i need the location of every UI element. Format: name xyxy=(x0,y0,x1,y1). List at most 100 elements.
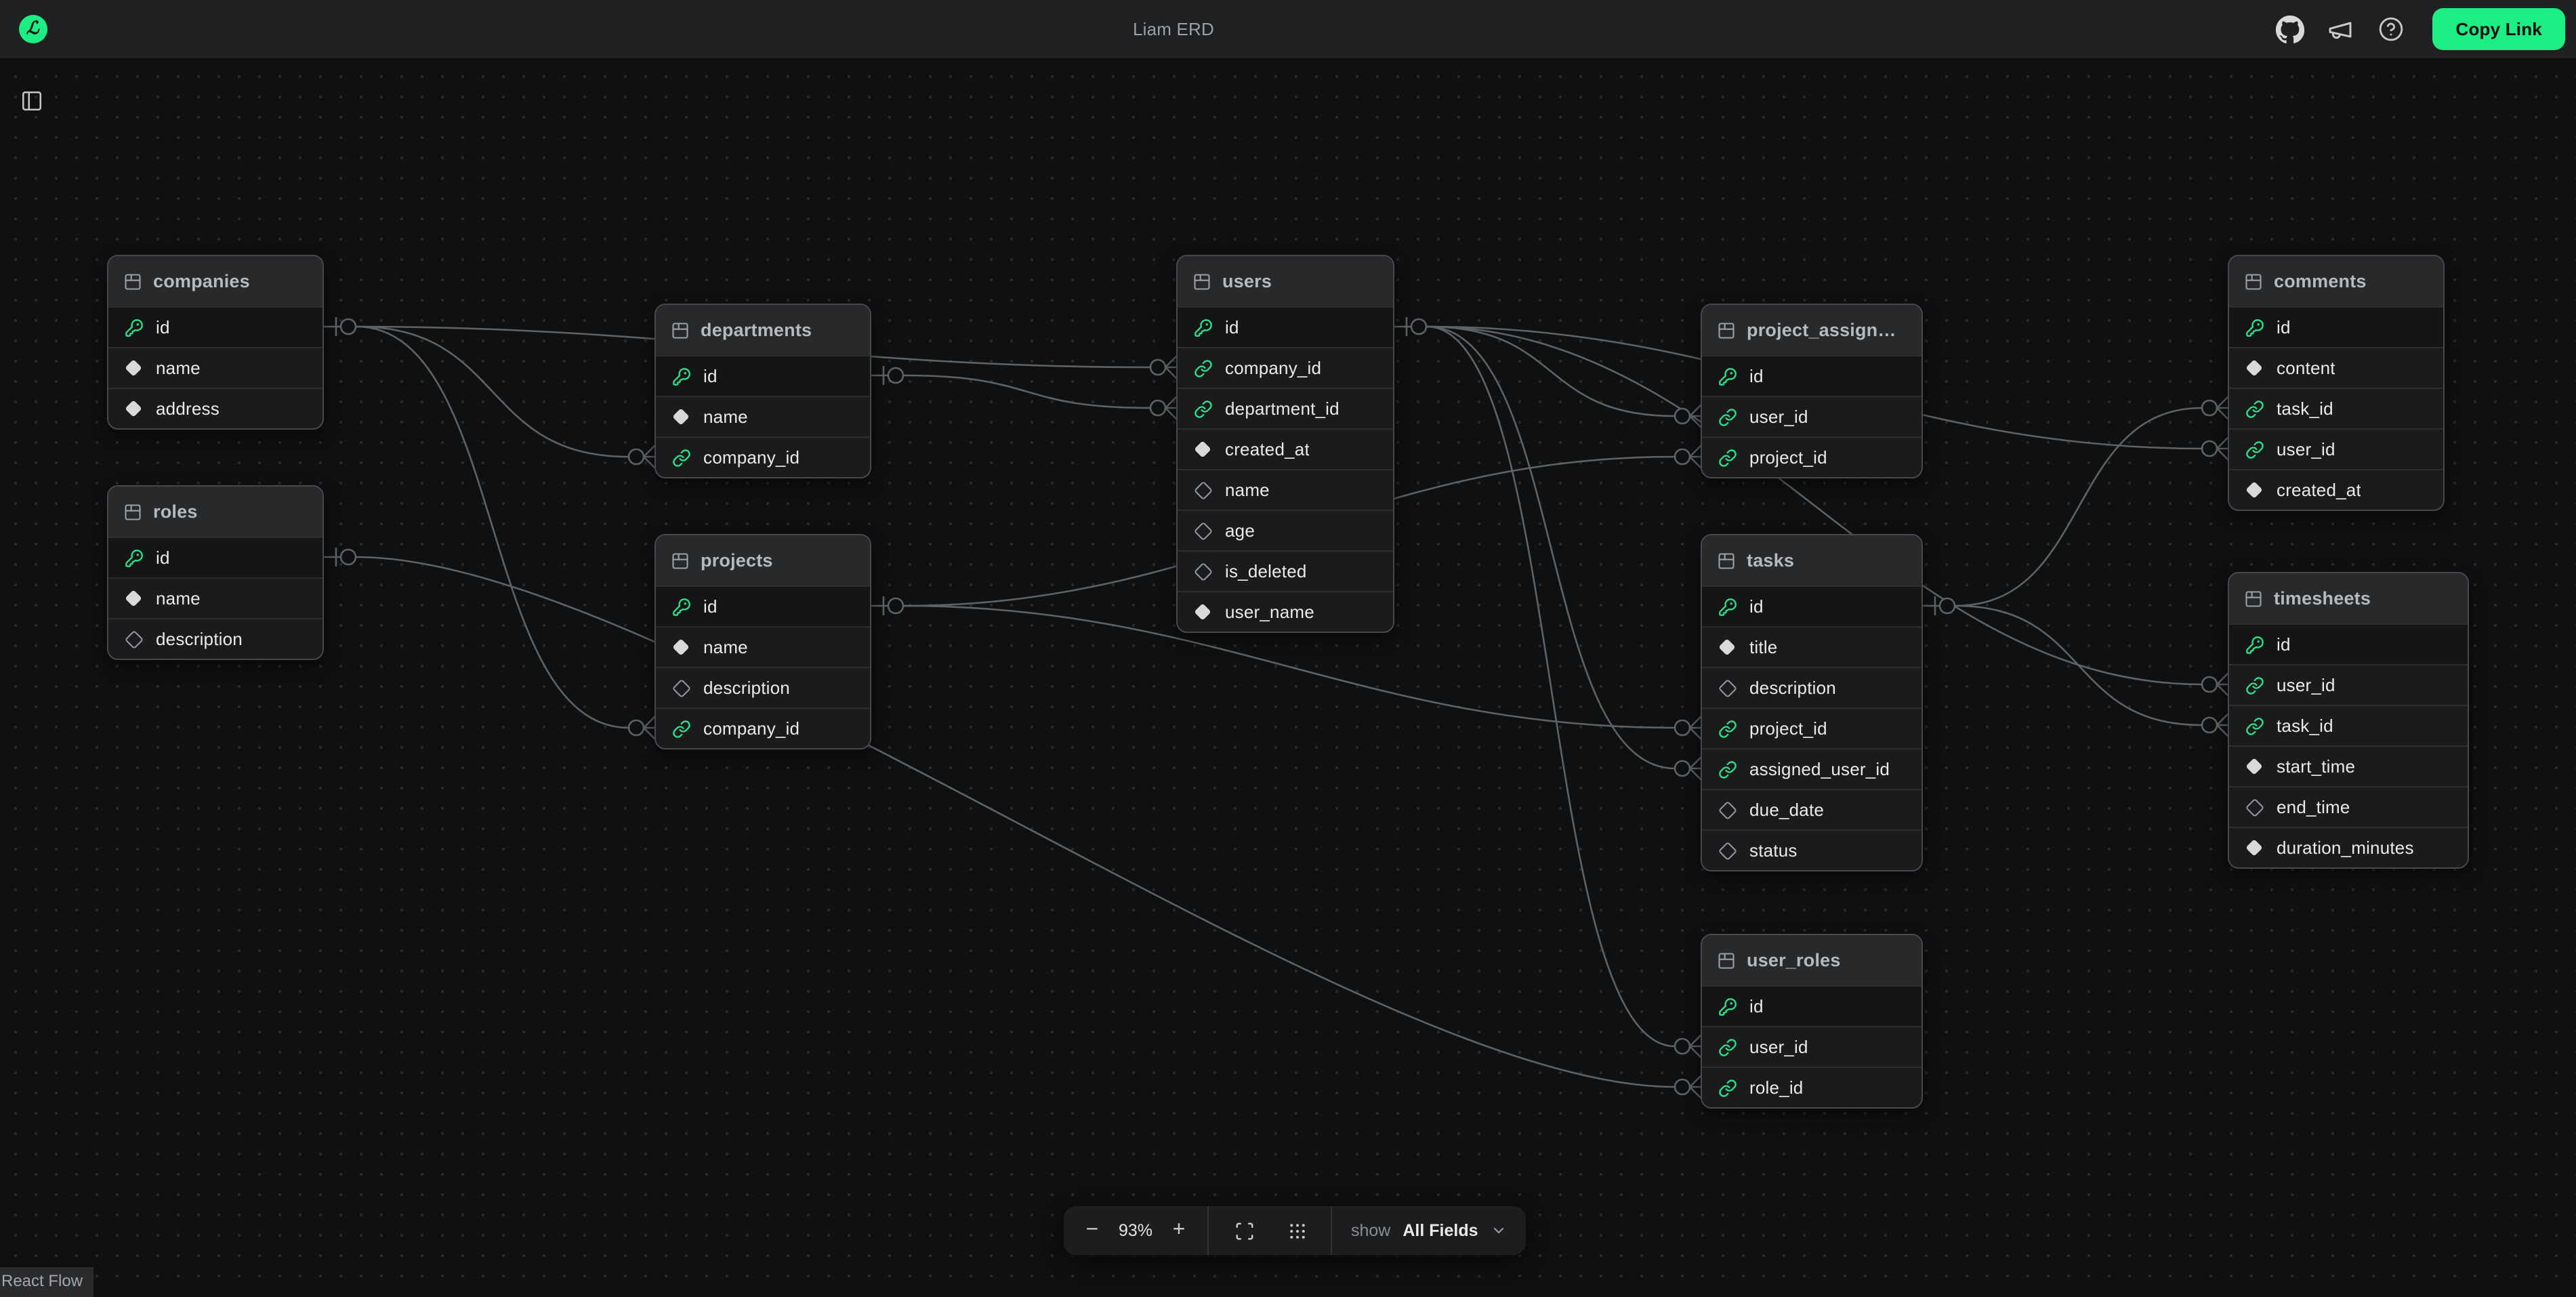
column-row-user_name[interactable]: user_name xyxy=(1178,591,1393,632)
column-row-id[interactable]: id xyxy=(108,537,323,577)
nullable-diamond-icon xyxy=(1718,841,1737,860)
column-name: project_id xyxy=(1749,447,1827,468)
table-project_assignments[interactable]: project_assignmentsiduser_id project_id xyxy=(1701,304,1923,478)
column-name: name xyxy=(703,637,748,657)
column-row-due_date[interactable]: due_date xyxy=(1702,789,1921,829)
column-row-id[interactable]: id xyxy=(1702,585,1921,626)
column-row-duration_minutes[interactable]: duration_minutes xyxy=(2229,827,2468,867)
tidy-up-button[interactable] xyxy=(1271,1206,1323,1255)
column-row-name[interactable]: name xyxy=(656,626,870,667)
column-row-name[interactable]: name xyxy=(1178,469,1393,510)
column-row-assigned_user_id[interactable]: assigned_user_id xyxy=(1702,748,1921,789)
column-row-id[interactable]: id xyxy=(656,355,870,396)
primary-key-icon xyxy=(124,318,143,337)
column-row-department_id[interactable]: department_id xyxy=(1178,388,1393,428)
column-name: due_date xyxy=(1749,800,1824,820)
column-row-company_id[interactable]: company_id xyxy=(656,436,870,477)
column-row-id[interactable]: id xyxy=(2229,623,2468,664)
column-row-id[interactable]: id xyxy=(1702,355,1921,396)
diagram-canvas[interactable] xyxy=(0,58,2576,1294)
table-header[interactable]: comments xyxy=(2229,256,2443,306)
column-row-created_at[interactable]: created_at xyxy=(2229,469,2443,510)
table-icon xyxy=(2244,272,2263,291)
column-name: user_name xyxy=(1225,602,1314,622)
column-row-task_id[interactable]: task_id xyxy=(2229,705,2468,745)
column-row-name[interactable]: name xyxy=(108,577,323,618)
table-header[interactable]: project_assignments xyxy=(1702,305,1921,355)
column-row-user_id[interactable]: user_id xyxy=(2229,664,2468,705)
table-companies[interactable]: companies id nameaddress xyxy=(107,255,324,430)
table-users[interactable]: usersidcompany_iddepartment_idcreated_at… xyxy=(1176,255,1394,633)
react-flow-attribution[interactable]: React Flow xyxy=(0,1267,94,1297)
column-row-task_id[interactable]: task_id xyxy=(2229,388,2443,428)
column-row-user_id[interactable]: user_id xyxy=(1702,396,1921,436)
fit-view-button[interactable] xyxy=(1217,1206,1271,1255)
column-row-description[interactable]: description xyxy=(108,618,323,659)
column-row-content[interactable]: content xyxy=(2229,347,2443,388)
column-row-role_id[interactable]: role_id xyxy=(1702,1067,1921,1107)
sidebar-toggle-button[interactable] xyxy=(14,83,49,118)
table-user_roles[interactable]: user_rolesiduser_idrole_id xyxy=(1701,934,1923,1109)
table-header[interactable]: tasks xyxy=(1702,535,1921,585)
table-header[interactable]: timesheets xyxy=(2229,573,2468,623)
table-header[interactable]: user_roles xyxy=(1702,935,1921,985)
column-row-created_at[interactable]: created_at xyxy=(1178,428,1393,469)
column-row-user_id[interactable]: user_id xyxy=(2229,428,2443,469)
column-row-is_deleted[interactable]: is_deleted xyxy=(1178,550,1393,591)
fields-filter-value: All Fields xyxy=(1403,1221,1478,1240)
column-name: id xyxy=(156,317,170,337)
primary-key-icon xyxy=(1718,597,1737,616)
table-header[interactable]: departments xyxy=(656,305,870,355)
table-name: comments xyxy=(2274,271,2367,291)
column-row-name[interactable]: name xyxy=(108,347,323,388)
tidy-up-icon xyxy=(1287,1220,1307,1241)
column-row-company_id[interactable]: company_id xyxy=(656,707,870,748)
github-button[interactable] xyxy=(2274,13,2307,45)
column-row-age[interactable]: age xyxy=(1178,510,1393,550)
column-row-end_time[interactable]: end_time xyxy=(2229,786,2468,827)
not-null-diamond-icon xyxy=(2245,359,2262,376)
column-row-user_id[interactable]: user_id xyxy=(1702,1026,1921,1067)
column-row-id[interactable]: id xyxy=(108,306,323,347)
column-row-title[interactable]: title xyxy=(1702,626,1921,667)
column-name: created_at xyxy=(2277,480,2361,500)
table-tasks[interactable]: tasksidtitledescriptionproject_idassigne… xyxy=(1701,534,1923,871)
help-button[interactable] xyxy=(2375,13,2407,45)
nullable-diamond-icon xyxy=(671,678,690,697)
zoom-out-button[interactable]: − xyxy=(1069,1206,1115,1255)
table-projects[interactable]: projects id name descriptioncompany_id xyxy=(655,534,871,749)
table-departments[interactable]: departmentsidnamecompany_id xyxy=(655,304,871,478)
column-row-status[interactable]: status xyxy=(1702,829,1921,870)
column-row-description[interactable]: description xyxy=(656,667,870,707)
zoom-in-button[interactable]: + xyxy=(1156,1206,1202,1255)
liam-logo[interactable]: ℒ xyxy=(12,8,53,49)
column-name: content xyxy=(2277,358,2335,378)
column-row-start_time[interactable]: start_time xyxy=(2229,745,2468,786)
liam-logo-icon: ℒ xyxy=(18,14,47,43)
column-row-name[interactable]: name xyxy=(656,396,870,436)
table-header[interactable]: roles xyxy=(108,487,323,537)
foreign-key-link-icon xyxy=(2245,399,2264,418)
table-comments[interactable]: comments id content task_iduser_id created_a… xyxy=(2228,255,2445,511)
show-label: show xyxy=(1351,1221,1390,1240)
column-name: id xyxy=(703,596,718,617)
table-roles[interactable]: roles idnamedescription xyxy=(107,485,324,660)
column-row-description[interactable]: description xyxy=(1702,667,1921,707)
copy-link-button[interactable]: Copy Link xyxy=(2433,8,2566,50)
column-row-company_id[interactable]: company_id xyxy=(1178,347,1393,388)
column-row-id[interactable]: id xyxy=(2229,306,2443,347)
table-header[interactable]: projects xyxy=(656,535,870,585)
table-name: roles xyxy=(153,501,198,522)
column-row-address[interactable]: address xyxy=(108,388,323,428)
fields-filter-dropdown[interactable]: show All Fields xyxy=(1332,1206,1526,1255)
table-timesheets[interactable]: timesheetsiduser_idtask_idstart_timeend_… xyxy=(2228,572,2469,869)
table-header[interactable]: users xyxy=(1178,256,1393,306)
column-row-project_id[interactable]: project_id xyxy=(1702,436,1921,477)
table-header[interactable]: companies xyxy=(108,256,323,306)
column-row-id[interactable]: id xyxy=(1702,985,1921,1026)
column-row-id[interactable]: id xyxy=(1178,306,1393,347)
column-name: id xyxy=(2277,317,2291,337)
announcements-button[interactable] xyxy=(2325,13,2357,45)
column-row-project_id[interactable]: project_id xyxy=(1702,707,1921,748)
column-row-id[interactable]: id xyxy=(656,585,870,626)
